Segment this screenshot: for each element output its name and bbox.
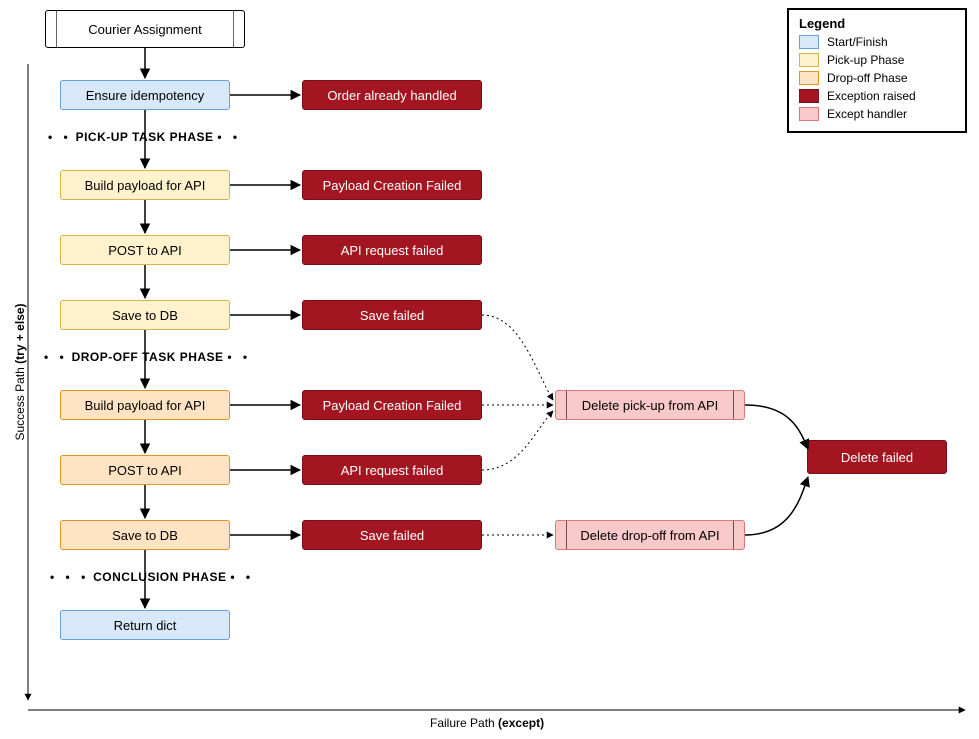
legend-item-start: Start/Finish	[799, 35, 953, 49]
node-dropoff-build: Build payload for API	[60, 390, 230, 420]
node-label: POST to API	[108, 243, 181, 258]
legend-item-dropoff: Drop-off Phase	[799, 71, 953, 85]
swatch-darkred	[799, 89, 819, 103]
exc-dropoff-save-fail: Save failed	[302, 520, 482, 550]
node-pickup-build: Build payload for API	[60, 170, 230, 200]
swatch-orange	[799, 71, 819, 85]
node-dropoff-post: POST to API	[60, 455, 230, 485]
node-label: Delete failed	[841, 450, 913, 465]
exc-pickup-payload-fail: Payload Creation Failed	[302, 170, 482, 200]
exc-pickup-save-fail: Save failed	[302, 300, 482, 330]
node-label: API request failed	[341, 243, 444, 258]
legend-title: Legend	[799, 16, 953, 31]
phase-dropoff: • • DROP-OFF TASK PHASE • •	[44, 350, 251, 364]
node-label: Payload Creation Failed	[323, 178, 462, 193]
node-label: Build payload for API	[85, 398, 206, 413]
legend-item-handler: Except handler	[799, 107, 953, 121]
node-label: Return dict	[114, 618, 177, 633]
legend-item-exception: Exception raised	[799, 89, 953, 103]
node-idempotency: Ensure idempotency	[60, 80, 230, 110]
node-return: Return dict	[60, 610, 230, 640]
handler-delete-dropoff: Delete drop-off from API	[555, 520, 745, 550]
exc-pickup-api-fail: API request failed	[302, 235, 482, 265]
swatch-yellow	[799, 53, 819, 67]
exc-delete-failed: Delete failed	[807, 440, 947, 474]
legend-item-pickup: Pick-up Phase	[799, 53, 953, 67]
node-dropoff-save: Save to DB	[60, 520, 230, 550]
start-node-label: Courier Assignment	[88, 22, 201, 37]
exc-dropoff-api-fail: API request failed	[302, 455, 482, 485]
legend: Legend Start/Finish Pick-up Phase Drop-o…	[787, 8, 967, 133]
node-label: Order already handled	[327, 88, 456, 103]
exc-already-handled: Order already handled	[302, 80, 482, 110]
node-label: Payload Creation Failed	[323, 398, 462, 413]
x-axis-label: Failure Path (except)	[430, 716, 544, 730]
node-label: Delete pick-up from API	[582, 398, 719, 413]
node-label: Build payload for API	[85, 178, 206, 193]
node-label: POST to API	[108, 463, 181, 478]
node-label: Delete drop-off from API	[580, 528, 719, 543]
node-label: API request failed	[341, 463, 444, 478]
node-label: Save failed	[360, 528, 424, 543]
node-pickup-post: POST to API	[60, 235, 230, 265]
swatch-blue	[799, 35, 819, 49]
phase-pickup: • • PICK-UP TASK PHASE • •	[48, 130, 241, 144]
node-label: Save to DB	[112, 528, 178, 543]
swatch-pink	[799, 107, 819, 121]
exc-dropoff-payload-fail: Payload Creation Failed	[302, 390, 482, 420]
handler-delete-pickup: Delete pick-up from API	[555, 390, 745, 420]
node-label: Save to DB	[112, 308, 178, 323]
node-label: Save failed	[360, 308, 424, 323]
y-axis-label: Success Path (try + else)	[13, 297, 27, 447]
node-pickup-save: Save to DB	[60, 300, 230, 330]
start-node: Courier Assignment	[45, 10, 245, 48]
node-label: Ensure idempotency	[86, 88, 205, 103]
phase-conclusion: • • • CONCLUSION PHASE • •	[50, 570, 254, 584]
